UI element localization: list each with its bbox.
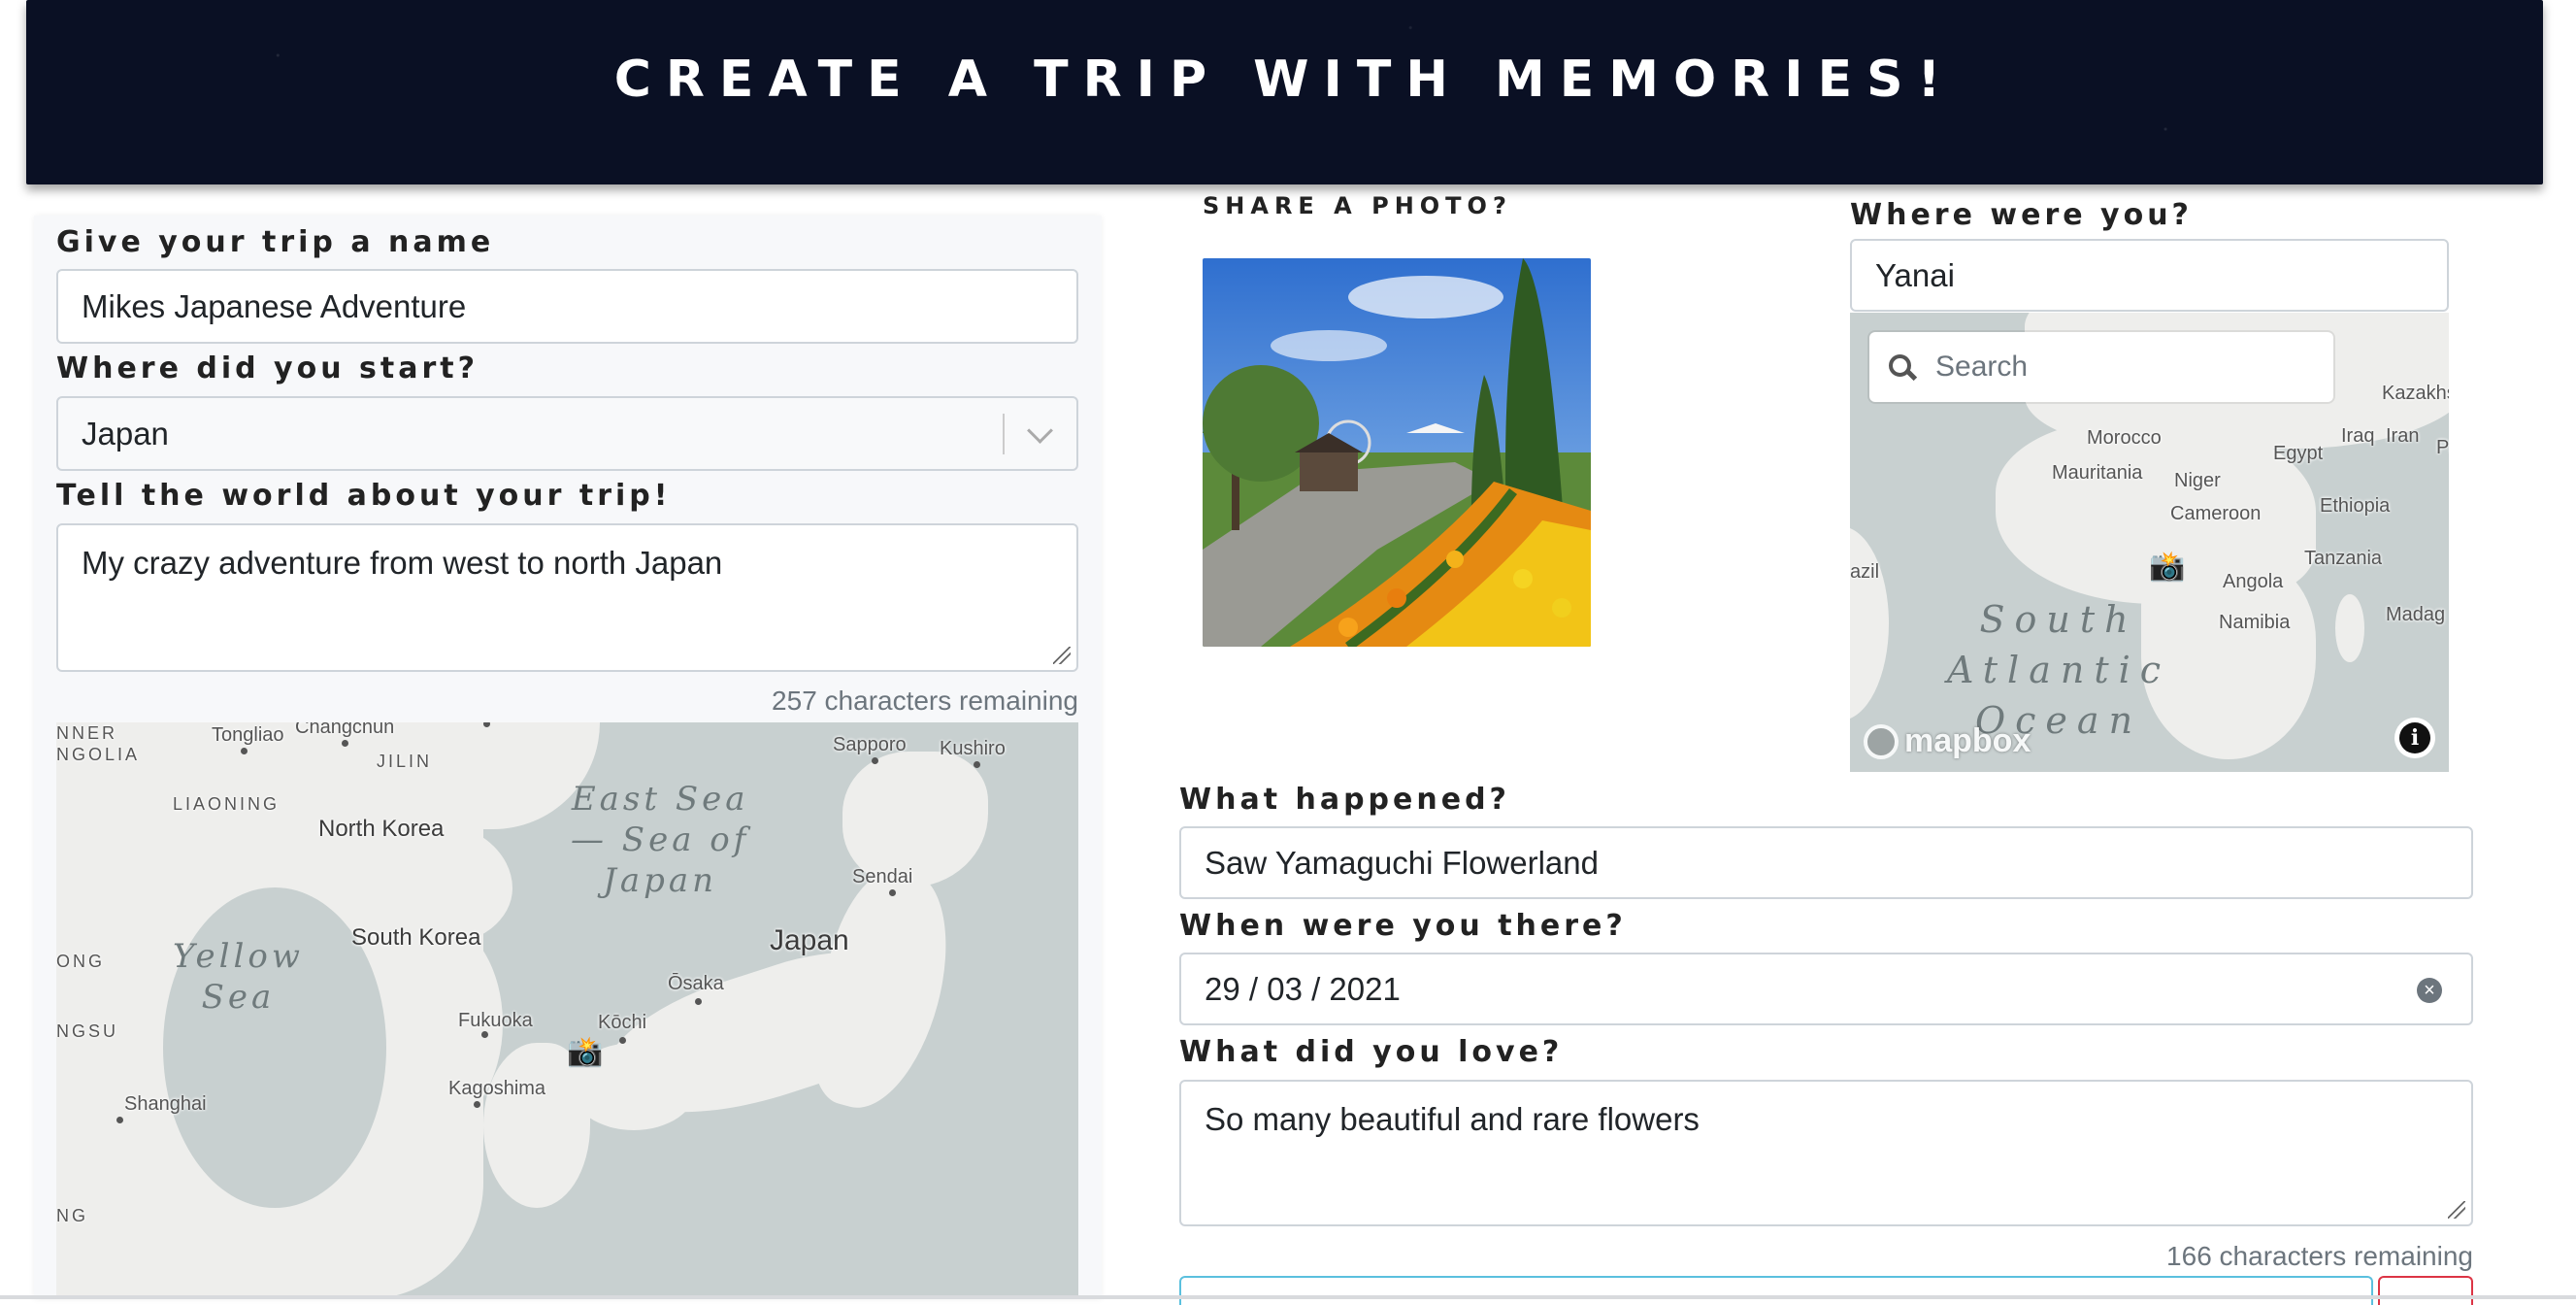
- map-label-madagascar: Madag: [2386, 604, 2446, 625]
- select-separator: [1003, 414, 1005, 454]
- trip-name-value: Mikes Japanese Adventure: [82, 287, 467, 324]
- what-did-you-love-textarea[interactable]: So many beautiful and rare flowers: [1179, 1080, 2473, 1226]
- map-label-shanghai: Shanghai: [124, 1093, 207, 1115]
- map-label-egypt: Egypt: [2273, 443, 2324, 464]
- map-search-box[interactable]: Search: [1869, 332, 2333, 402]
- trip-description-textarea[interactable]: My crazy adventure from west to north Ja…: [56, 523, 1078, 672]
- delete-memory-button[interactable]: [2378, 1276, 2473, 1305]
- map-label-pakistan: Pa: [2436, 437, 2449, 458]
- map-label-north-korea: North Korea: [318, 816, 445, 842]
- map-label-liaoning: LIAONING: [173, 794, 281, 814]
- info-icon[interactable]: i: [2394, 718, 2435, 758]
- when-label: When were you there?: [1179, 909, 1627, 943]
- map-city-dot: [695, 998, 702, 1005]
- location-label: Where were you?: [1850, 198, 2193, 232]
- map-label-yellow-sea: Yellow Sea: [173, 937, 304, 1017]
- mapbox-icon: [1864, 723, 1899, 759]
- what-happened-value: Saw Yamaguchi Flowerland: [1205, 844, 1599, 881]
- resize-handle[interactable]: [2448, 1201, 2465, 1219]
- what-did-you-love-label: What did you love?: [1179, 1035, 1564, 1069]
- trip-start-map[interactable]: NNER NGOLIA Tongliao Changchun JILIN LIA…: [56, 722, 1078, 1299]
- map-label-zhejiang: NG: [56, 1206, 88, 1225]
- map-label-mauritania: Mauritania: [2052, 462, 2143, 484]
- next-memory-input[interactable]: [1179, 1276, 2373, 1305]
- memory-char-counter: 166 characters remaining: [2166, 1241, 2473, 1271]
- map-label-niger: Niger: [2174, 470, 2221, 491]
- location-input[interactable]: Yanai: [1850, 239, 2449, 312]
- map-city-dot: [619, 1037, 626, 1044]
- start-location-label: Where did you start?: [56, 351, 479, 385]
- map-label-ethiopia: Ethiopia: [2320, 495, 2391, 517]
- map-label-jiangsu: NGSU: [56, 1021, 119, 1041]
- trip-description-value: My crazy adventure from west to north Ja…: [82, 545, 723, 581]
- map-city-dot: [481, 1031, 488, 1038]
- map-city-dot: [974, 761, 980, 768]
- map-label-iran: Iran: [2386, 425, 2420, 447]
- map-label-morocco: Morocco: [2087, 427, 2162, 449]
- map-label-kagoshima: Kagoshima: [448, 1078, 546, 1099]
- map-label-changchun: Changchun: [295, 722, 395, 738]
- map-land-south-america: [1850, 526, 1889, 720]
- map-label-shandong: ONG: [56, 952, 106, 971]
- map-label-sapporo: Sapporo: [833, 734, 907, 755]
- map-city-dot: [342, 740, 348, 747]
- map-city-dot: [872, 757, 878, 764]
- map-label-inner-mongolia: NNER NGOLIA: [56, 723, 141, 764]
- clear-date-icon[interactable]: ×: [2417, 978, 2442, 1003]
- date-value: 29 / 03 / 2021: [1205, 970, 1401, 1007]
- map-city-dot: [889, 889, 896, 896]
- memory-location-map[interactable]: Search Kazakhs Morocco Iraq Iran Pa Egyp…: [1850, 313, 2449, 772]
- search-icon: [1889, 354, 1914, 380]
- map-city-dot: [474, 1101, 480, 1108]
- start-country-value: Japan: [82, 415, 169, 452]
- map-city-dot: [241, 748, 248, 754]
- camera-icon[interactable]: 📸: [2149, 550, 2185, 584]
- start-country-select[interactable]: Japan: [56, 396, 1078, 471]
- map-land-madagascar: [2335, 594, 2364, 662]
- map-label-japan: Japan: [770, 924, 849, 956]
- mapbox-logo[interactable]: mapbox: [1864, 722, 2031, 760]
- page-header: Create a trip with memories!: [26, 0, 2543, 184]
- trip-description-label: Tell the world about your trip!: [56, 479, 672, 513]
- map-label-tongliao: Tongliao: [212, 724, 284, 746]
- map-city-dot: [116, 1117, 123, 1123]
- map-label-kushiro: Kushiro: [940, 738, 1006, 759]
- trip-name-input[interactable]: Mikes Japanese Adventure: [56, 269, 1078, 344]
- map-label-iraq: Iraq: [2341, 425, 2375, 447]
- mapbox-logo-text: mapbox: [1904, 722, 2031, 759]
- map-label-fukuoka: Fukuoka: [458, 1010, 533, 1031]
- flower-garden-photo: [1203, 258, 1591, 647]
- page-title: Create a trip with memories!: [613, 50, 1956, 109]
- map-label-tanzania: Tanzania: [2304, 548, 2383, 569]
- chevron-down-icon[interactable]: [1027, 418, 1053, 444]
- map-label-brazil: azil: [1850, 561, 1880, 583]
- map-label-jilin: JILIN: [377, 752, 433, 771]
- what-happened-input[interactable]: Saw Yamaguchi Flowerland: [1179, 826, 2473, 899]
- date-input[interactable]: 29 / 03 / 2021 ×: [1179, 953, 2473, 1025]
- location-value: Yanai: [1875, 256, 1955, 293]
- map-label-cameroon: Cameroon: [2170, 503, 2262, 524]
- camera-icon[interactable]: 📸: [567, 1035, 603, 1069]
- map-label-angola: Angola: [2223, 571, 2284, 592]
- page-bottom-edge: [0, 1295, 2576, 1299]
- memory-photo[interactable]: [1203, 258, 1591, 647]
- trip-name-label: Give your trip a name: [56, 225, 495, 259]
- resize-handle[interactable]: [1053, 647, 1071, 664]
- map-search-placeholder: Search: [1935, 351, 2029, 383]
- map-label-east-sea: East Sea — Sea of Japan: [571, 780, 750, 900]
- map-label-sendai: Sendai: [852, 866, 913, 887]
- map-label-south-korea: South Korea: [351, 924, 481, 951]
- map-label-kochi: Kōchi: [598, 1012, 647, 1033]
- info-icon-glyph: i: [2399, 722, 2430, 753]
- trip-description-char-counter: 257 characters remaining: [772, 686, 1078, 716]
- what-did-you-love-value: So many beautiful and rare flowers: [1205, 1101, 1700, 1137]
- what-happened-label: What happened?: [1179, 783, 1510, 817]
- map-label-namibia: Namibia: [2219, 612, 2291, 633]
- map-label-kazakhstan: Kazakhs: [2382, 383, 2449, 404]
- map-label-osaka: Ōsaka: [668, 973, 724, 994]
- share-photo-label: Share a photo?: [1203, 192, 1512, 219]
